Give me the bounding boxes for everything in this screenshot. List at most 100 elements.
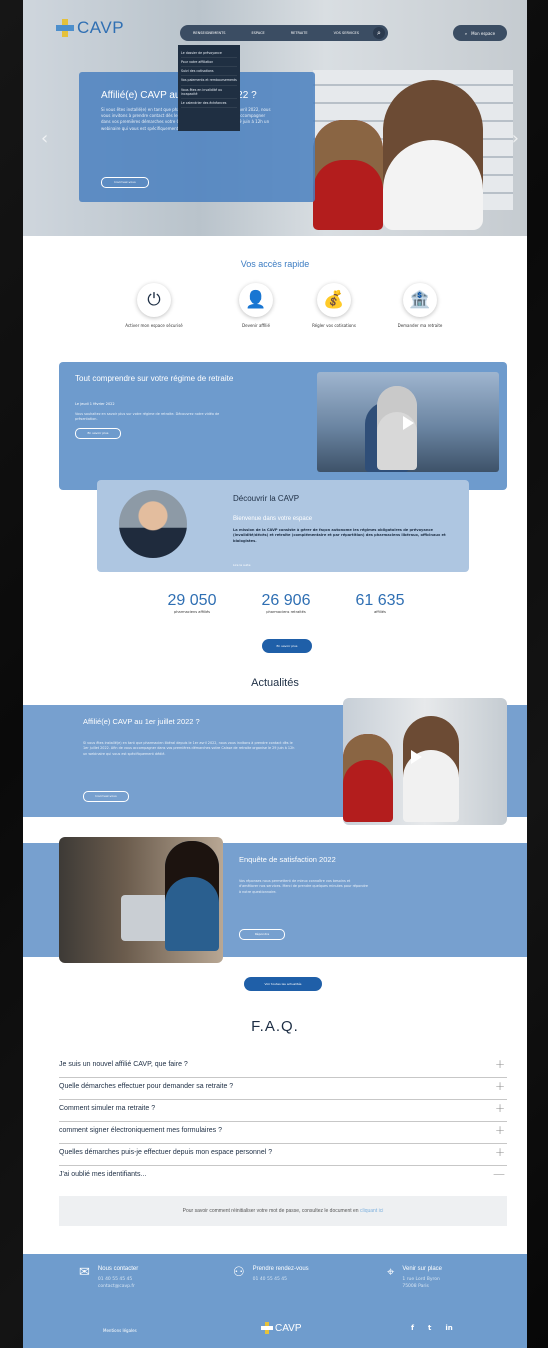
footer-rdv-phone[interactable]: 01 40 55 45 45 (253, 1276, 309, 1283)
avatar (119, 490, 187, 558)
photo-woman (165, 841, 219, 951)
nav-item-espace[interactable]: Espace (251, 31, 264, 35)
faq-item[interactable]: Quelles démarches puis-je effectuer depu… (59, 1144, 507, 1166)
page: CAVP Renseignements Espace Retraite Vos … (23, 0, 527, 1348)
faq-item-expanded[interactable]: J'ai oublié mes identifiants... — (59, 1166, 507, 1188)
search-icon: ⌕ (464, 30, 468, 36)
stat-label: affiliés (374, 610, 386, 614)
plus-icon[interactable]: + (495, 1079, 505, 1093)
stat-value: 26 906 (261, 592, 311, 609)
faq-question: Comment simuler ma retraite ? (59, 1105, 156, 1112)
user-add-icon: 👤 (239, 283, 273, 317)
read-more-link[interactable]: Lire la suite (233, 563, 250, 567)
nav-item-retraite[interactable]: Retraite (291, 31, 308, 35)
hero-banner: CAVP Renseignements Espace Retraite Vos … (23, 0, 527, 236)
twitter-icon[interactable]: t (428, 1324, 431, 1332)
quick-item-label: Devenir affilié (242, 323, 270, 328)
quick-item-label: Demander ma retraite (397, 323, 443, 328)
faq-answer-body: Pour savoir comment réinitialiser votre … (182, 1208, 359, 1214)
faq-question: comment signer électroniquement mes form… (59, 1127, 223, 1134)
news-item-button[interactable]: Répondre (239, 929, 285, 940)
footer-logo[interactable]: CAVP (261, 1322, 302, 1334)
photo-pharmacist (403, 716, 459, 822)
regime-button[interactable]: En savoir plus (75, 428, 121, 439)
regime-date: Le jeudi 1 février 2022 (75, 402, 115, 406)
stat-label: pharmaciens retraités (266, 610, 306, 614)
footer-visit-title: Venir sur place (402, 1266, 443, 1272)
faq-item[interactable]: Je suis un nouvel affilié CAVP, que fair… (59, 1056, 507, 1078)
footer-visit-city: 75008 Paris (402, 1284, 429, 1290)
logo-cross-icon (56, 19, 74, 37)
chat-icon: ✉ (79, 1265, 90, 1280)
faq-question: Quelle démarches effectuer pour demander… (59, 1083, 234, 1090)
dropdown-item[interactable]: Le calendrier des échéances (181, 99, 237, 109)
news-item-title: Enquête de satisfaction 2022 (239, 855, 336, 864)
quick-item-label: Régler vos cotisations (312, 323, 356, 328)
dropdown-item[interactable]: Vous êtes en invalidité ou incapacité (181, 86, 237, 99)
news-item-text: Vos réponses nous permettent de mieux co… (239, 879, 368, 894)
plus-icon[interactable]: + (495, 1057, 505, 1071)
nav-dropdown: Le dossier de prévoyance Pour votre affi… (178, 45, 240, 131)
quick-access-title: Vos accès rapide (240, 259, 310, 269)
carousel-prev-icon[interactable]: ‹ (41, 128, 48, 149)
footer-rdv-title: Prendre rendez-vous (252, 1266, 309, 1272)
quick-item-retraite[interactable]: 🏦 Demander ma retraite (380, 283, 460, 329)
dropdown-item[interactable]: Le dossier de prévoyance (181, 49, 237, 59)
footer-rdv[interactable]: ⚇ Prendre rendez-vous 01 40 55 45 45 (233, 1266, 309, 1283)
carousel-next-icon[interactable]: › (512, 128, 519, 149)
quick-item-label: Activer mon espace sécurisé (125, 323, 183, 328)
faq-answer-link[interactable]: cliquant ici (360, 1208, 383, 1214)
quick-item-activer[interactable]: ⏻ Activer mon espace sécurisé (114, 283, 194, 329)
plus-icon[interactable]: + (495, 1145, 505, 1159)
footer-visit-address: 1 rue Lord Byron (402, 1277, 440, 1282)
footer-contact-email[interactable]: contact@cavp.fr (98, 1283, 138, 1290)
legal-link[interactable]: Mentions légales (103, 1328, 137, 1333)
faq-title: F.A.Q. (251, 1018, 299, 1035)
money-bag-icon: 💰 (317, 283, 351, 317)
logo[interactable]: CAVP (56, 18, 124, 38)
search-icon[interactable]: ⌕ (373, 27, 385, 39)
regime-text: Vous souhaitez en savoir plus sur votre … (75, 412, 220, 422)
espace-label: Mon espace (471, 30, 496, 36)
plus-icon[interactable]: + (495, 1101, 505, 1115)
faq-question: Je suis un nouvel affilié CAVP, que fair… (59, 1061, 188, 1068)
footer-contact-phone[interactable]: 01 40 55 45 45 (98, 1276, 138, 1283)
facebook-icon[interactable]: f (411, 1324, 414, 1332)
dropdown-item[interactable]: Vos paiements et remboursements (181, 76, 237, 86)
faq-item[interactable]: Quelle démarches effectuer pour demander… (59, 1078, 507, 1100)
stats-more-button[interactable]: En savoir plus (262, 639, 312, 653)
nav-item-services[interactable]: Vos services (334, 31, 359, 35)
minus-icon[interactable]: — (493, 1167, 505, 1181)
news-item-text: Si vous êtes installé(e) en tant que pha… (83, 741, 295, 756)
footer-visit[interactable]: ⌖ Venir sur place 1 rue Lord Byron 75008… (387, 1266, 442, 1290)
all-news-button[interactable]: Voir toutes les actualités (244, 977, 322, 991)
quick-item-affilie[interactable]: 👤 Devenir affilié (216, 283, 296, 329)
news-item: Affilié(e) CAVP au 1er juillet 2022 ? Si… (23, 698, 527, 825)
faq-item[interactable]: comment signer électroniquement mes form… (59, 1122, 507, 1144)
regime-video[interactable] (317, 372, 499, 472)
decouvrir-card: Découvrir la CAVP Bienvenue dans votre e… (97, 480, 469, 572)
espace-button[interactable]: ⌕ Mon espace (453, 25, 507, 41)
nav-item-renseignements[interactable]: Renseignements (193, 31, 225, 35)
footer-contact-title: Nous contacter (97, 1266, 139, 1272)
social-links: f t in (411, 1324, 453, 1332)
faq-item[interactable]: Comment simuler ma retraite ? + (59, 1100, 507, 1122)
hero-button[interactable]: Inscrivez-vous (101, 177, 149, 188)
footer-contact[interactable]: ✉ Nous contacter 01 40 55 45 45 contact@… (79, 1266, 138, 1290)
dropdown-item[interactable]: Pour votre affiliation (181, 58, 237, 68)
linkedin-icon[interactable]: in (445, 1324, 452, 1332)
people-icon: ⚇ (233, 1265, 245, 1280)
plus-icon[interactable]: + (495, 1123, 505, 1137)
dropdown-item[interactable]: Suivi des cotisations (181, 67, 237, 77)
stat-total: 61 635 affiliés (340, 592, 420, 615)
decouvrir-subtitle: Bienvenue dans votre espace (233, 516, 313, 522)
play-icon[interactable] (411, 750, 422, 764)
quick-item-cotisations[interactable]: 💰 Régler vos cotisations (294, 283, 374, 329)
play-icon[interactable] (403, 416, 414, 430)
power-icon: ⏻ (137, 283, 171, 317)
news-item-image[interactable] (343, 698, 507, 825)
regime-title: Tout comprendre sur votre régime de retr… (75, 374, 234, 383)
faq-answer-text: Pour savoir comment réinitialiser votre … (59, 1208, 507, 1214)
retirement-icon: 🏦 (403, 283, 437, 317)
news-item-button[interactable]: Inscrivez-vous (83, 791, 129, 802)
